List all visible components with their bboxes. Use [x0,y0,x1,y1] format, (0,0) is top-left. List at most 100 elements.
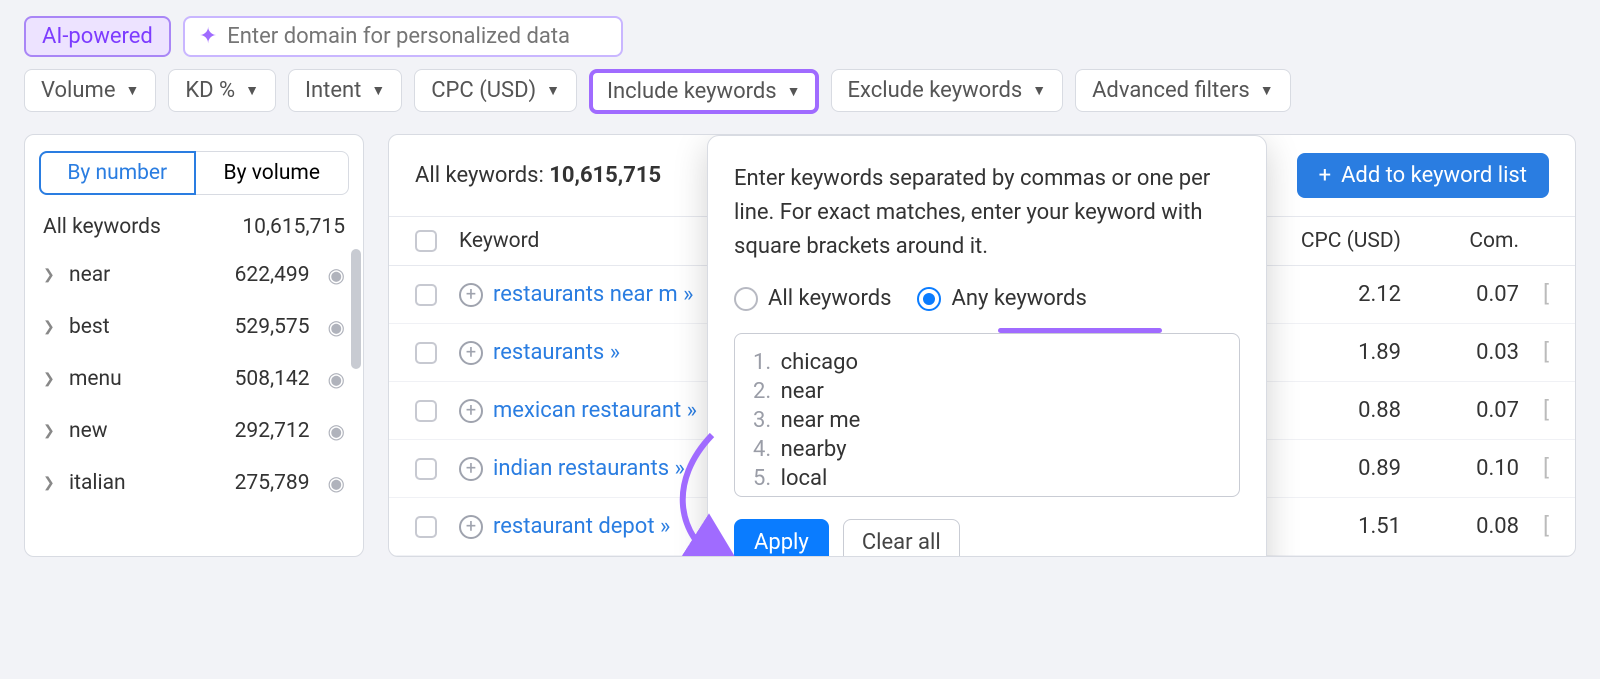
add-keyword-icon[interactable]: + [459,341,483,365]
com-value: 0.07 [1419,282,1519,307]
radio-any-label: Any keywords [951,286,1086,311]
sidebar-item-count: 508,142 [235,367,310,391]
add-keyword-icon[interactable]: + [459,283,483,307]
add-to-keyword-list-button[interactable]: + Add to keyword list [1297,153,1549,198]
add-keyword-icon[interactable]: + [459,515,483,539]
com-value: 0.07 [1419,398,1519,423]
row-more: [ [1519,456,1549,481]
chevron-down-icon: ▼ [126,82,140,99]
add-keyword-icon[interactable]: + [459,399,483,423]
sidebar-item[interactable]: ❯ best 529,575 ◉ [25,301,363,353]
keyword-link[interactable]: restaurants near m » [493,282,691,307]
col-cpc[interactable]: CPC (USD) [1259,229,1419,253]
filter-cpc[interactable]: CPC (USD)▼ [414,69,577,112]
filter-volume-label: Volume [41,78,116,103]
com-value: 0.10 [1419,456,1519,481]
chevron-down-icon: ▼ [787,83,801,100]
cpc-value: 1.89 [1259,340,1419,365]
chevron-right-icon: ❯ [43,371,57,387]
eye-icon[interactable]: ◉ [328,315,345,339]
row-checkbox[interactable] [415,284,437,306]
row-checkbox[interactable] [415,342,437,364]
filter-row: Volume ▼ KD % ▼ Intent▼ CPC (USD)▼ Include… [0,69,1600,134]
sidebar-item-name: menu [69,367,223,391]
keyword-entry: 3. near me [753,406,1221,435]
eye-icon[interactable]: ◉ [328,419,345,443]
domain-input[interactable] [227,24,607,49]
popover-actions: Apply Clear all [734,519,1240,557]
filter-kd-label: KD % [185,78,235,103]
row-checkbox[interactable] [415,458,437,480]
all-keywords-label: All keywords: [415,163,544,188]
filter-include-keywords[interactable]: Include keywords ▼ [589,69,818,114]
eye-icon[interactable]: ◉ [328,367,345,391]
chevrons-right-icon: » [660,514,668,539]
eye-icon[interactable]: ◉ [328,263,345,287]
annotation-underline [998,328,1162,333]
chevrons-right-icon: » [683,282,691,307]
header-row: AI-powered ✦ [0,0,1600,69]
sidebar-scrollbar[interactable] [351,249,361,369]
chevrons-right-icon: » [675,456,683,481]
eye-icon[interactable]: ◉ [328,471,345,495]
filter-exclude-keywords[interactable]: Exclude keywords▼ [831,69,1064,112]
radio-icon [917,287,941,311]
com-value: 0.03 [1419,340,1519,365]
sidebar-all-label: All keywords [43,215,161,239]
filter-intent[interactable]: Intent▼ [288,69,402,112]
add-keyword-icon[interactable]: + [459,457,483,481]
radio-any-keywords[interactable]: Any keywords [917,286,1086,311]
filter-include-label: Include keywords [607,79,777,104]
add-btn-label: Add to keyword list [1341,163,1527,188]
sidebar-item[interactable]: ❯ new 292,712 ◉ [25,405,363,457]
apply-button[interactable]: Apply [734,519,829,557]
popover-instructions: Enter keywords separated by commas or on… [734,162,1240,264]
chevrons-right-icon: » [610,340,618,365]
chevron-down-icon: ▼ [1260,82,1274,99]
seg-by-volume[interactable]: By volume [196,151,350,195]
chevron-right-icon: ❯ [43,475,57,491]
sidebar-item-count: 292,712 [235,419,310,443]
row-more: [ [1519,340,1549,365]
cpc-value: 2.12 [1259,282,1419,307]
sidebar-item-count: 529,575 [235,315,310,339]
keyword-entry: 1. chicago [753,348,1221,377]
com-value: 0.08 [1419,514,1519,539]
chevron-down-icon: ▼ [245,82,259,99]
sidebar-item-name: new [69,419,223,443]
keywords-textarea[interactable]: 1. chicago2. near3. near me4. nearby5. l… [734,333,1240,497]
chevron-down-icon: ▼ [1032,82,1046,99]
seg-by-number[interactable]: By number [39,151,196,195]
filter-advanced[interactable]: Advanced filters ▼ [1075,69,1291,112]
clear-all-button[interactable]: Clear all [843,519,960,557]
domain-input-wrap[interactable]: ✦ [183,16,623,57]
radio-all-keywords[interactable]: All keywords [734,286,891,311]
row-checkbox[interactable] [415,516,437,538]
col-com[interactable]: Com. [1419,229,1519,253]
cpc-value: 1.51 [1259,514,1419,539]
cpc-value: 0.88 [1259,398,1419,423]
all-keywords-count: 10,615,715 [549,163,661,188]
keyword-link[interactable]: mexican restaurant » [493,398,695,423]
keyword-link[interactable]: indian restaurants » [493,456,683,481]
sidebar-item[interactable]: ❯ near 622,499 ◉ [25,249,363,301]
keyword-link[interactable]: restaurant depot » [493,514,668,539]
keyword-entry: 2. near [753,377,1221,406]
filter-kd[interactable]: KD % ▼ [168,69,276,112]
row-checkbox[interactable] [415,400,437,422]
sidebar-item[interactable]: ❯ menu 508,142 ◉ [25,353,363,405]
popover-radio-row: All keywords Any keywords [734,286,1240,311]
sidebar-item[interactable]: ❯ italian 275,789 ◉ [25,457,363,509]
filter-advanced-label: Advanced filters [1092,78,1250,103]
sidebar-item-count: 275,789 [235,471,310,495]
all-keywords-summary: All keywords: 10,615,715 [415,163,661,188]
keyword-link[interactable]: restaurants » [493,340,618,365]
ai-badge: AI-powered [24,16,171,57]
filter-volume[interactable]: Volume ▼ [24,69,156,112]
select-all-checkbox[interactable] [415,230,437,252]
keyword-entry: 5. local [753,464,1221,493]
content-panel: All keywords: 10,615,715 + Add to keywor… [388,134,1576,557]
cpc-value: 0.89 [1259,456,1419,481]
sidebar-header: All keywords 10,615,715 [25,199,363,249]
chevron-right-icon: ❯ [43,267,57,283]
